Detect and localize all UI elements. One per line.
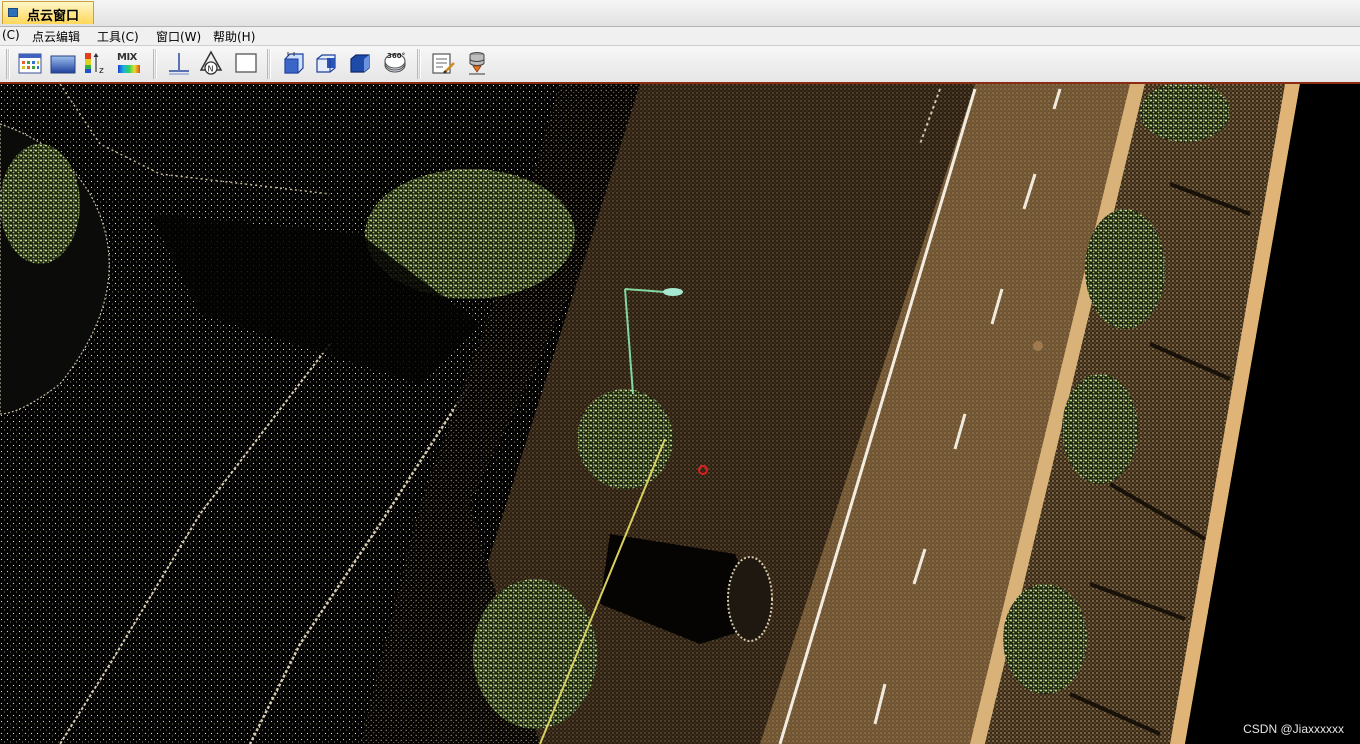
rotate-360-icon: 360°: [384, 52, 406, 73]
vehicle: [727, 556, 773, 642]
tab-point-cloud-window[interactable]: 点云窗口: [2, 1, 94, 24]
color-by-rgb-button[interactable]: [17, 50, 43, 76]
toolbar-separator: [153, 49, 157, 79]
point-cloud-app: 点云窗口 (C) 点云编辑 工具(C) 窗口(W) 帮助(H) z MIX N …: [0, 0, 1360, 744]
blank-view-icon: [235, 53, 257, 73]
street-light-head: [663, 288, 683, 296]
blank-view-button[interactable]: [233, 50, 259, 76]
window-icon: [8, 8, 18, 17]
toolbar-separator: [267, 49, 271, 79]
toolbar: z MIX N 360°: [0, 46, 1360, 84]
tab-strip: 点云窗口: [0, 0, 1360, 27]
front-view-button[interactable]: [314, 50, 340, 76]
menu-item-c[interactable]: (C): [2, 28, 20, 42]
ground-axis-button[interactable]: [166, 50, 192, 76]
toolbar-separator: [417, 49, 421, 79]
edit-notes-icon: [432, 53, 455, 74]
rotate-360-button[interactable]: 360°: [382, 50, 408, 76]
north-label: N: [208, 65, 214, 74]
mix-gradient-icon: [118, 65, 140, 73]
box-view-icon: [284, 52, 304, 74]
z-axis-label: z: [99, 66, 104, 76]
menu-item-help[interactable]: 帮助(H): [213, 28, 255, 45]
rotate-360-label: 360°: [387, 52, 405, 60]
watermark: CSDN @Jiaxxxxxx: [1243, 722, 1344, 736]
box-view-button[interactable]: [281, 50, 307, 76]
color-by-elevation-button[interactable]: z: [82, 50, 108, 76]
side-view-button[interactable]: [348, 50, 374, 76]
color-by-intensity-icon: [50, 55, 76, 74]
road-patch: [1033, 341, 1043, 351]
side-view-icon: [350, 54, 370, 73]
menu-bar: (C) 点云编辑 工具(C) 窗口(W) 帮助(H): [0, 27, 1360, 46]
menu-item-window[interactable]: 窗口(W): [156, 28, 201, 45]
database-import-button[interactable]: [464, 50, 490, 76]
toolbar-separator: [6, 49, 10, 79]
point-cloud-scene: [0, 84, 1360, 744]
tab-label: 点云窗口: [27, 9, 80, 24]
mix-label: MIX: [117, 52, 137, 63]
menu-item-tools[interactable]: 工具(C): [97, 28, 139, 45]
menu-item-point-cloud-edit[interactable]: 点云编辑: [32, 28, 80, 45]
edit-notes-button[interactable]: [430, 50, 456, 76]
color-by-mix-button[interactable]: MIX: [116, 50, 142, 76]
color-by-elevation-icon: z: [85, 53, 104, 76]
ground-axis-icon: [169, 53, 189, 75]
north-view-icon: N: [199, 50, 223, 75]
database-import-icon: [469, 52, 485, 75]
north-view-button[interactable]: N: [198, 50, 224, 76]
point-cloud-viewport[interactable]: CSDN @Jiaxxxxxx: [0, 84, 1360, 744]
front-view-icon: [316, 54, 336, 73]
color-by-intensity-button[interactable]: [50, 50, 76, 76]
color-by-rgb-icon: [18, 53, 42, 74]
